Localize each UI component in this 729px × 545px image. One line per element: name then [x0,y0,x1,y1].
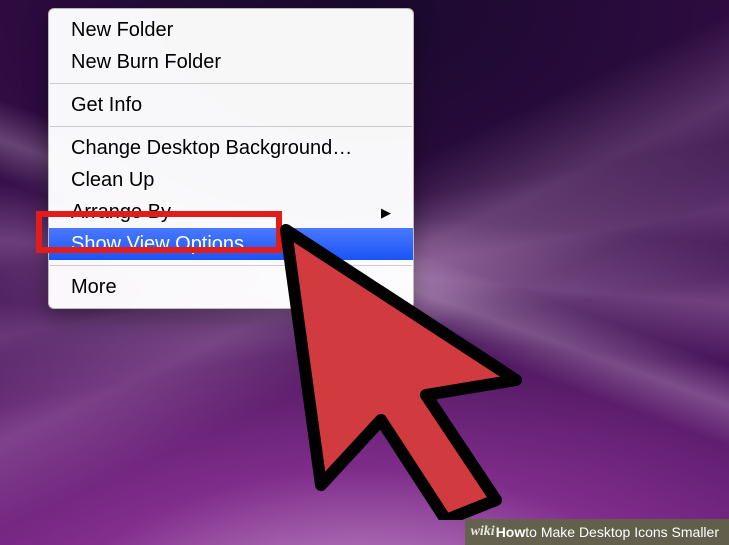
menu-item-label: Change Desktop Background… [71,135,391,161]
menu-item-label: Show View Options [71,231,391,257]
caption-title: to Make Desktop Icons Smaller [525,524,719,540]
submenu-arrow-icon: ▶ [381,206,391,219]
menu-item-label: Arrange By [71,199,381,225]
menu-item-label: New Burn Folder [71,49,391,75]
menu-item-new-folder[interactable]: New Folder [49,14,413,46]
menu-separator [50,265,412,266]
menu-item-change-desktop-background[interactable]: Change Desktop Background… [49,132,413,164]
menu-item-label: New Folder [71,17,391,43]
menu-separator [50,126,412,127]
menu-item-label: Get Info [71,92,391,118]
menu-item-new-burn-folder[interactable]: New Burn Folder [49,46,413,78]
menu-item-clean-up[interactable]: Clean Up [49,164,413,196]
menu-item-arrange-by[interactable]: Arrange By ▶ [49,196,413,228]
caption-bar: wikiHow to Make Desktop Icons Smaller [465,519,729,545]
menu-item-label: Clean Up [71,167,391,193]
menu-item-get-info[interactable]: Get Info [49,89,413,121]
menu-item-show-view-options[interactable]: Show View Options [49,228,413,260]
context-menu: New Folder New Burn Folder Get Info Chan… [48,8,414,309]
menu-item-more[interactable]: More [49,271,413,303]
caption-brand-how: How [496,524,526,540]
desktop-background: New Folder New Burn Folder Get Info Chan… [0,0,729,545]
menu-separator [50,83,412,84]
caption-brand: wiki [471,524,495,540]
menu-item-label: More [71,274,391,300]
